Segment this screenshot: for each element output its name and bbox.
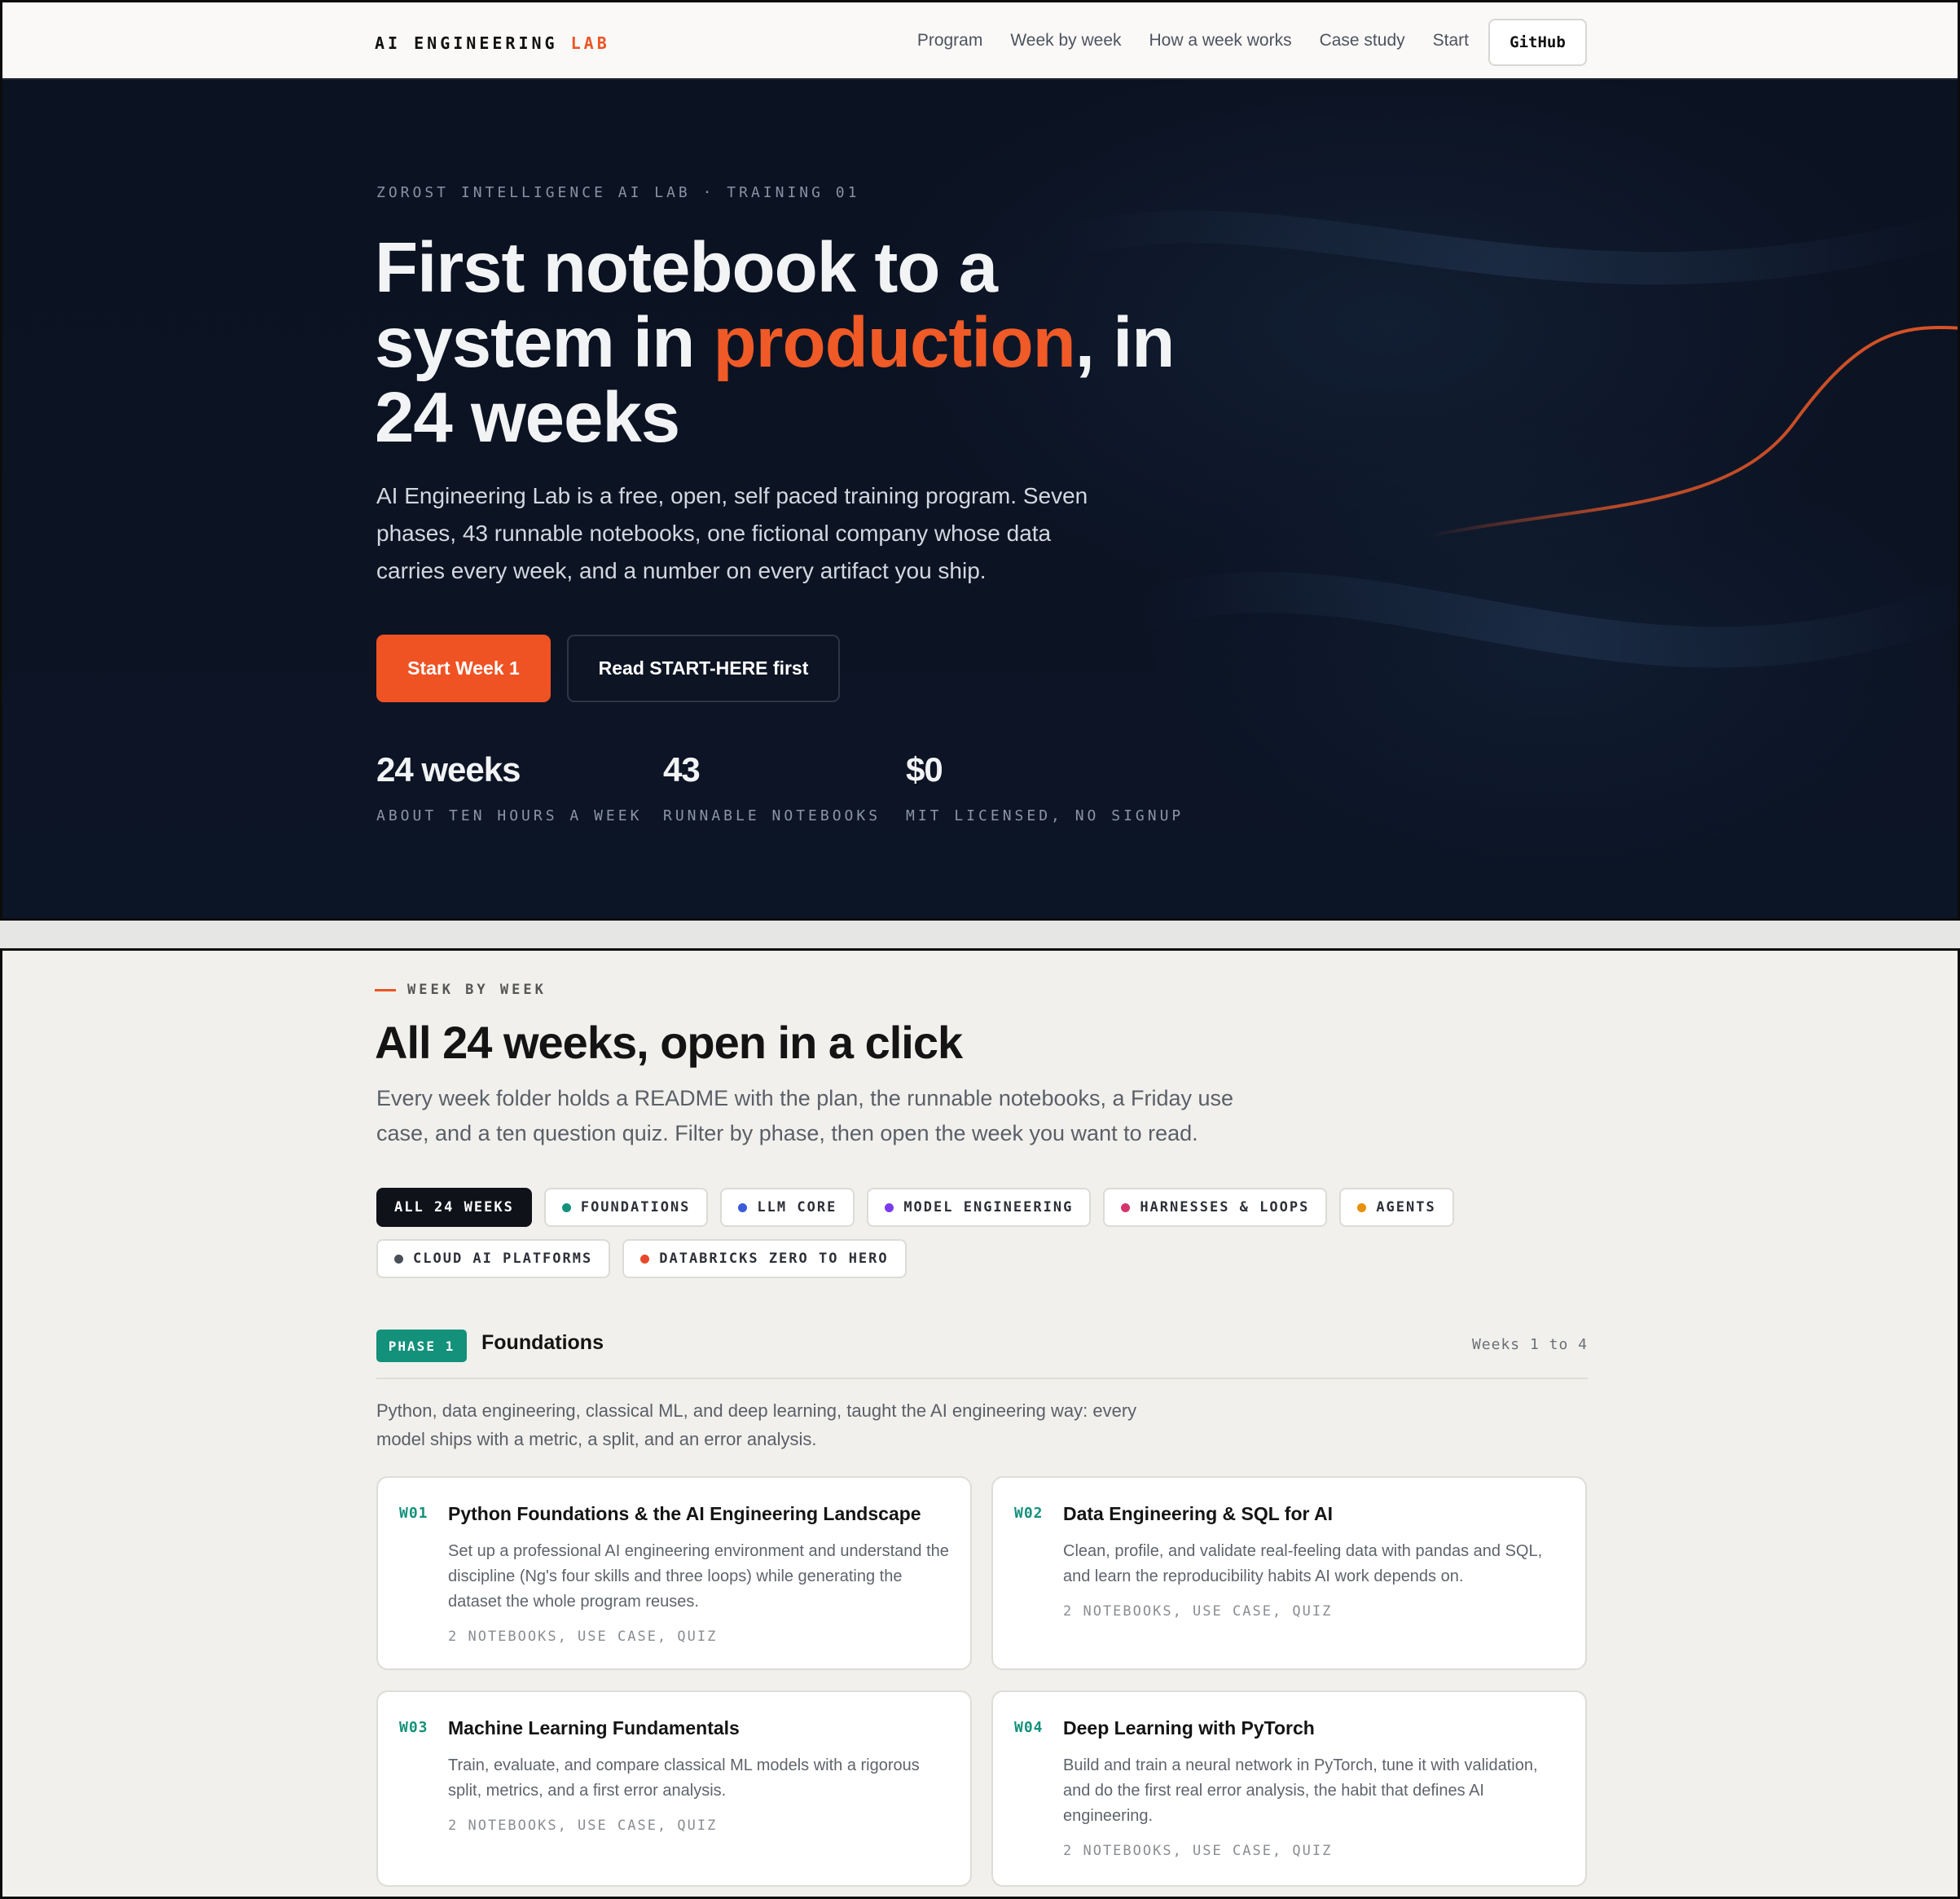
week-meta: 2 NOTEBOOKS, USE CASE, QUIZ <box>448 1629 718 1645</box>
chip-label: DATABRICKS ZERO TO HERO <box>659 1251 889 1267</box>
filter-chip-databricks[interactable]: DATABRICKS ZERO TO HERO <box>622 1239 907 1278</box>
filter-chip-all[interactable]: ALL 24 WEEKS <box>376 1188 532 1227</box>
nav-link-program[interactable]: Program <box>917 31 983 51</box>
stat-label: MIT LICENSED, NO SIGNUP <box>906 807 1184 824</box>
nav-links: Program Week by week How a week works Ca… <box>917 31 1469 51</box>
weeks-frame: WEEK BY WEEK All 24 weeks, open in a cli… <box>0 948 1960 1899</box>
nav-link-week-by-week[interactable]: Week by week <box>1010 31 1121 51</box>
nav-link-start[interactable]: Start <box>1433 31 1469 51</box>
week-card-w01[interactable]: W01 Python Foundations & the AI Engineer… <box>376 1476 972 1670</box>
hero-title-highlight: production <box>713 303 1076 382</box>
stat-weeks: 24 weeks ABOUT TEN HOURS A WEEK <box>376 750 642 824</box>
hero-frame: AI ENGINEERING LAB Program Week by week … <box>0 0 1960 921</box>
hero-subtitle: AI Engineering Lab is a free, open, self… <box>376 483 1088 583</box>
stat-cost: $0 MIT LICENSED, NO SIGNUP <box>906 750 1184 824</box>
week-card-w04[interactable]: W04 Deep Learning with PyTorch Build and… <box>991 1690 1587 1887</box>
filter-chip-agents[interactable]: AGENTS <box>1339 1188 1454 1227</box>
week-meta: 2 NOTEBOOKS, USE CASE, QUIZ <box>1063 1603 1333 1620</box>
stat-value: 24 weeks <box>376 750 521 789</box>
filter-chip-llm-core[interactable]: LLM CORE <box>720 1188 855 1227</box>
week-title: Python Foundations & the AI Engineering … <box>448 1503 921 1524</box>
week-meta: 2 NOTEBOOKS, USE CASE, QUIZ <box>1063 1843 1333 1859</box>
chip-label: MODEL ENGINEERING <box>903 1199 1074 1215</box>
nav-link-how-a-week-works[interactable]: How a week works <box>1149 31 1292 51</box>
hero-section: ZOROST INTELLIGENCE AI LAB · TRAINING 01… <box>2 80 1958 918</box>
week-title: Machine Learning Fundamentals <box>448 1717 740 1739</box>
week-title: Deep Learning with PyTorch <box>1063 1717 1315 1739</box>
dot-icon <box>1357 1202 1367 1212</box>
filter-chip-cloud-ai-platforms[interactable]: CLOUD AI PLATFORMS <box>376 1239 611 1278</box>
brand-accent: LAB <box>570 33 610 53</box>
stat-value: $0 <box>906 750 943 789</box>
github-button[interactable]: GitHub <box>1488 19 1587 66</box>
week-title: Data Engineering & SQL for AI <box>1063 1503 1333 1524</box>
chip-label: ALL 24 WEEKS <box>394 1199 514 1215</box>
week-meta: 2 NOTEBOOKS, USE CASE, QUIZ <box>448 1818 718 1834</box>
week-description: Set up a professional AI engineering env… <box>448 1542 949 1611</box>
phase-header: PHASE 1 Foundations Weeks 1 to 4 <box>376 1330 1588 1364</box>
filter-chip-model-engineering[interactable]: MODEL ENGINEERING <box>867 1188 1092 1227</box>
phase-filter-chips: ALL 24 WEEKS FOUNDATIONS LLM CORE MODEL … <box>376 1188 1590 1278</box>
dot-icon <box>561 1202 571 1212</box>
chip-label: LLM CORE <box>757 1199 837 1215</box>
brand-name: AI ENGINEERING <box>375 33 558 53</box>
week-description: Clean, profile, and validate real-feelin… <box>1063 1542 1543 1585</box>
phase-name: Foundations <box>481 1331 604 1354</box>
chip-label: FOUNDATIONS <box>580 1199 691 1215</box>
dot-icon <box>1121 1202 1131 1212</box>
week-card-w02[interactable]: W02 Data Engineering & SQL for AI Clean,… <box>991 1476 1587 1670</box>
phase-divider <box>376 1378 1588 1379</box>
start-week-1-button[interactable]: Start Week 1 <box>376 635 551 702</box>
stat-notebooks: 43 RUNNABLE NOTEBOOKS <box>663 750 881 824</box>
chip-label: CLOUD AI PLATFORMS <box>413 1251 593 1267</box>
top-nav: AI ENGINEERING LAB Program Week by week … <box>2 2 1958 80</box>
phase-description: Python, data engineering, classical ML, … <box>376 1400 1137 1449</box>
filter-chip-harnesses-loops[interactable]: HARNESSES & LOOPS <box>1103 1188 1328 1227</box>
brand-logo[interactable]: AI ENGINEERING LAB <box>375 33 610 53</box>
week-code: W03 <box>399 1719 428 1736</box>
section-eyebrow-text: WEEK BY WEEK <box>407 982 547 998</box>
filter-chip-foundations[interactable]: FOUNDATIONS <box>543 1188 709 1227</box>
phase-range: Weeks 1 to 4 <box>1471 1336 1588 1353</box>
dot-icon <box>640 1254 650 1264</box>
stat-label: RUNNABLE NOTEBOOKS <box>663 807 881 824</box>
week-description: Build and train a neural network in PyTo… <box>1063 1756 1538 1825</box>
section-subtitle: Every week folder holds a README with th… <box>376 1086 1234 1145</box>
hero-eyebrow: ZOROST INTELLIGENCE AI LAB · TRAINING 01 <box>376 184 860 201</box>
hero-title: First notebook to a system in production… <box>375 231 1189 455</box>
chip-label: HARNESSES & LOOPS <box>1140 1199 1310 1215</box>
dot-icon <box>738 1202 748 1212</box>
section-title: All 24 weeks, open in a click <box>375 1017 963 1068</box>
phase-badge: PHASE 1 <box>376 1330 467 1362</box>
read-start-here-button[interactable]: Read START-HERE first <box>567 635 840 702</box>
nav-link-case-study[interactable]: Case study <box>1320 31 1405 51</box>
chip-label: AGENTS <box>1376 1199 1436 1215</box>
week-description: Train, evaluate, and compare classical M… <box>448 1756 920 1800</box>
dot-icon <box>885 1202 894 1212</box>
week-code: W04 <box>1014 1719 1044 1736</box>
eyebrow-dash <box>375 988 396 991</box>
week-code: W02 <box>1014 1505 1044 1522</box>
section-eyebrow: WEEK BY WEEK <box>375 982 547 998</box>
week-code: W01 <box>399 1505 428 1522</box>
stat-value: 43 <box>663 750 701 789</box>
dot-icon <box>394 1254 403 1264</box>
stat-label: ABOUT TEN HOURS A WEEK <box>376 807 643 824</box>
week-card-w03[interactable]: W03 Machine Learning Fundamentals Train,… <box>376 1690 972 1887</box>
